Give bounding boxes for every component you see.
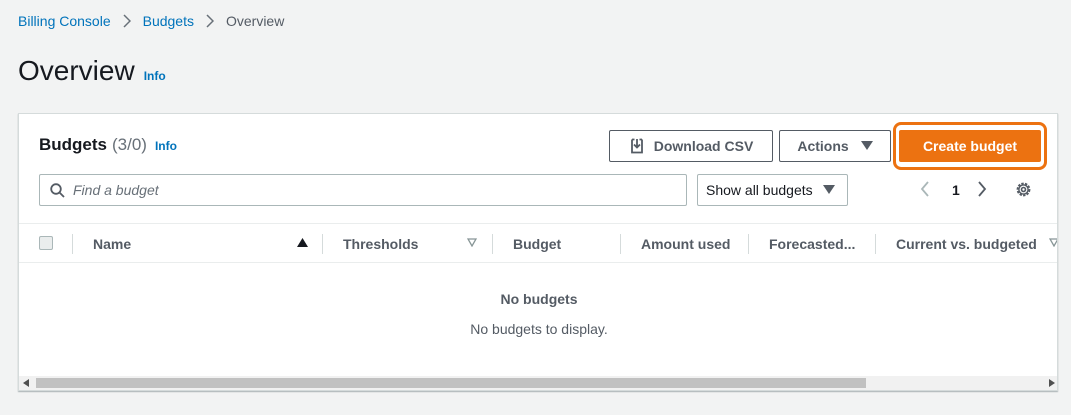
budget-filter-select[interactable]: Show all budgets <box>697 174 848 206</box>
breadcrumb: Billing Console Budgets Overview <box>18 13 284 29</box>
scrollbar-thumb[interactable] <box>36 378 866 388</box>
column-divider <box>492 234 493 254</box>
create-budget-button[interactable]: Create budget <box>899 130 1041 162</box>
chevron-right-icon <box>123 14 131 28</box>
panel-count: (3/0) <box>112 135 147 154</box>
page-title: Overview <box>18 55 135 86</box>
page-header: Overview Info <box>18 55 166 87</box>
page-info-link[interactable]: Info <box>144 69 166 83</box>
actions-label: Actions <box>797 138 849 154</box>
column-header-name[interactable]: Name <box>93 224 131 263</box>
breadcrumb-current: Overview <box>225 13 285 29</box>
chevron-right-icon <box>206 14 214 28</box>
search-icon <box>50 182 65 198</box>
breadcrumb-budgets[interactable]: Budgets <box>143 13 194 29</box>
column-divider <box>322 234 323 254</box>
column-header-current-vs-budgeted[interactable]: Current vs. budgeted <box>896 224 1037 263</box>
caret-down-icon <box>860 141 873 150</box>
scroll-left-arrow-icon[interactable] <box>23 379 29 387</box>
panel-title: Budgets <box>39 135 107 154</box>
sort-icon[interactable] <box>467 238 477 247</box>
previous-page-icon[interactable] <box>920 181 930 197</box>
download-csv-button[interactable]: Download CSV <box>609 130 773 162</box>
table-header: Name Thresholds Budget Amount used Forec… <box>19 223 1058 263</box>
download-icon <box>630 138 643 154</box>
column-divider <box>748 234 749 254</box>
gear-icon[interactable] <box>1015 181 1032 198</box>
sort-ascending-icon[interactable] <box>297 238 308 247</box>
budget-filter-value: Show all budgets <box>706 182 813 198</box>
column-header-thresholds[interactable]: Thresholds <box>343 224 418 263</box>
column-divider <box>72 234 73 254</box>
empty-state-message: No budgets to display. <box>470 321 608 337</box>
empty-state-title: No budgets <box>500 291 578 307</box>
column-header-amount-used[interactable]: Amount used <box>641 224 730 263</box>
column-divider <box>620 234 621 254</box>
search-input[interactable] <box>73 176 686 204</box>
sort-icon[interactable] <box>1049 238 1058 247</box>
column-header-budget[interactable]: Budget <box>513 224 561 263</box>
current-page-number[interactable]: 1 <box>952 182 960 198</box>
column-divider <box>875 234 876 254</box>
column-header-forecasted[interactable]: Forecasted... <box>769 224 855 263</box>
horizontal-scrollbar[interactable] <box>19 376 1057 390</box>
select-all-checkbox[interactable] <box>39 236 53 250</box>
download-csv-label: Download CSV <box>653 138 754 154</box>
scroll-right-arrow-icon[interactable] <box>1049 379 1055 387</box>
next-page-icon[interactable] <box>977 181 987 197</box>
panel-header: Budgets (3/0) Info <box>39 135 177 155</box>
breadcrumb-billing-console[interactable]: Billing Console <box>18 13 111 29</box>
search-field[interactable] <box>39 174 687 206</box>
panel-info-link[interactable]: Info <box>155 139 177 153</box>
budgets-panel: Budgets (3/0) Info Download CSV Actions … <box>18 113 1058 391</box>
caret-down-icon <box>822 185 835 194</box>
actions-dropdown-button[interactable]: Actions <box>779 130 891 162</box>
